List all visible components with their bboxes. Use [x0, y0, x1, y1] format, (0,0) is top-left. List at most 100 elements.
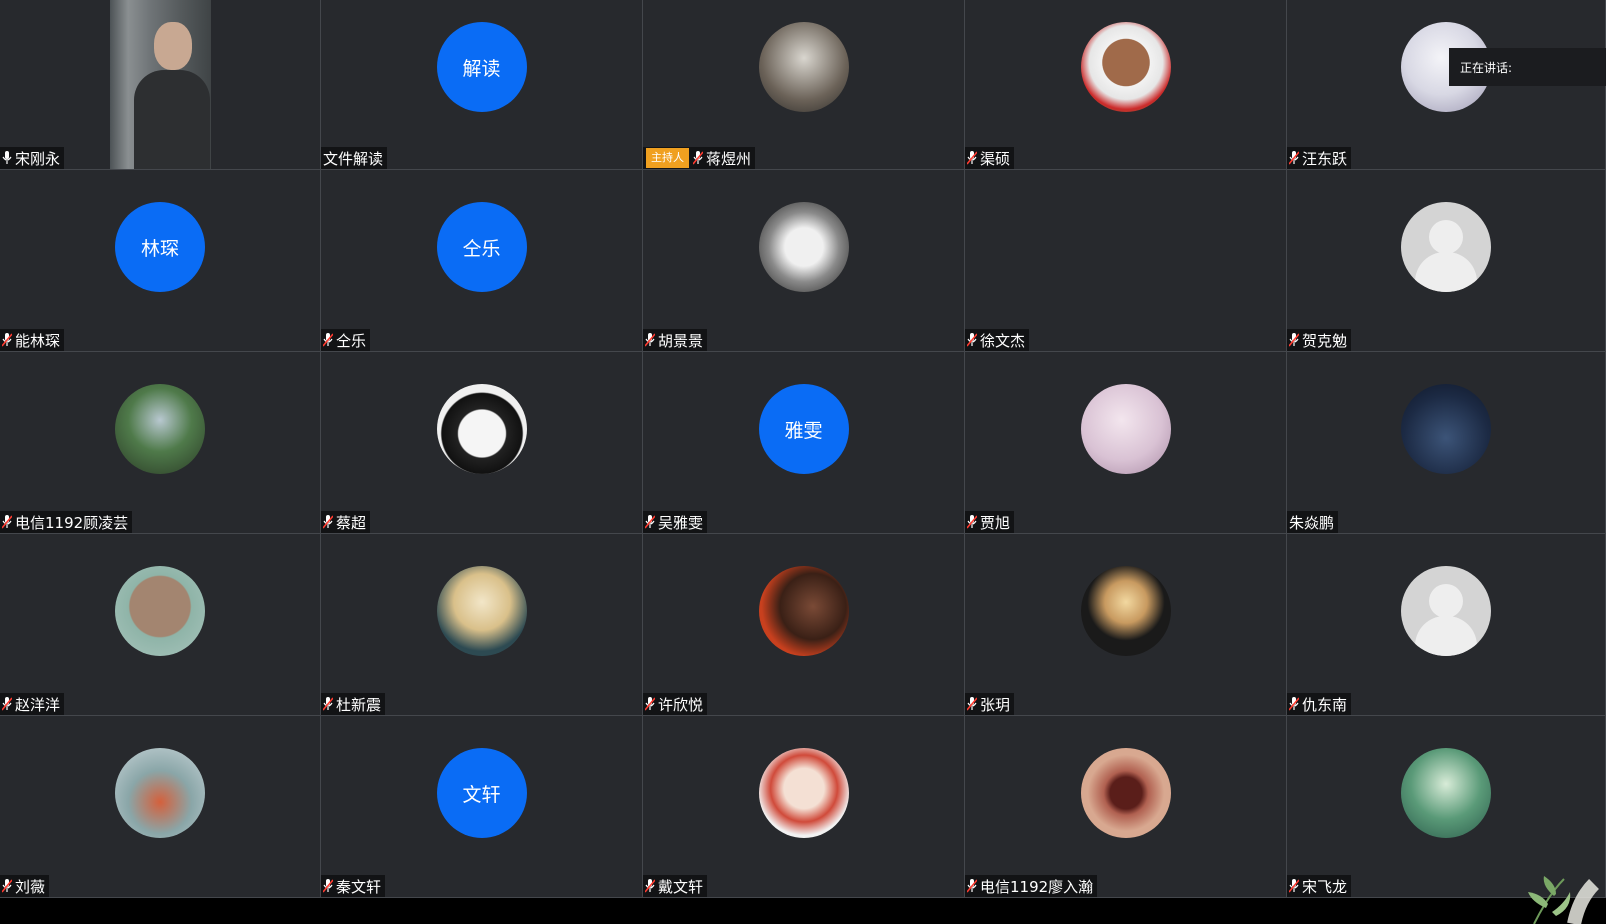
- participant-tile[interactable]: 赵洋洋: [0, 534, 321, 716]
- participant-grid: 宋刚永 解读 文件解读 主持人 蒋煜州 渠硕 汪东跃 林琛 能林琛 仝乐 仝乐 …: [0, 0, 1606, 898]
- participant-namebar: 徐文杰: [965, 329, 1030, 351]
- mic-muted-icon: [1289, 151, 1299, 165]
- participant-tile[interactable]: 林琛 能林琛: [0, 170, 321, 352]
- participant-avatar: [115, 748, 205, 838]
- participant-namebar: 朱焱鹏: [1287, 511, 1339, 533]
- participant-tile[interactable]: 渠硕: [965, 0, 1287, 170]
- participant-name: 宋刚永: [15, 149, 61, 168]
- participant-avatar: [436, 384, 527, 474]
- participant-name: 能林琛: [15, 331, 61, 350]
- participant-name: 刘薇: [15, 877, 46, 896]
- speaking-indicator: 正在讲话:: [1449, 48, 1606, 86]
- participant-namebar: 主持人 蒋煜州: [643, 147, 756, 169]
- participant-namebar: 许欣悦: [643, 693, 708, 715]
- participant-name: 仝乐: [336, 331, 367, 350]
- leaf-decoration-icon: [1528, 876, 1600, 924]
- participant-name: 贾旭: [980, 513, 1011, 532]
- participant-name: 胡景景: [658, 331, 704, 350]
- participant-tile[interactable]: 宋飞龙: [1287, 716, 1606, 898]
- participant-avatar: [1401, 384, 1491, 474]
- mic-muted-icon: [645, 515, 655, 529]
- participant-namebar: 汪东跃: [1287, 147, 1352, 169]
- mic-muted-icon: [967, 333, 977, 347]
- mic-muted-icon: [1289, 697, 1299, 711]
- participant-tile[interactable]: 电信1192顾凌芸: [0, 352, 321, 534]
- participant-avatar: 解读: [436, 22, 527, 112]
- participant-namebar: 电信1192廖入瀚: [965, 875, 1098, 897]
- mic-muted-icon: [1289, 333, 1299, 347]
- participant-tile[interactable]: 雅雯 吴雅雯: [643, 352, 965, 534]
- participant-tile[interactable]: 许欣悦: [643, 534, 965, 716]
- participant-name: 仇东南: [1302, 695, 1348, 714]
- participant-avatar: [1401, 748, 1491, 838]
- mic-muted-icon: [323, 333, 333, 347]
- participant-tile[interactable]: 徐文杰: [965, 170, 1287, 352]
- participant-tile[interactable]: 蔡超: [321, 352, 643, 534]
- participant-avatar: 文轩: [436, 748, 527, 838]
- mic-muted-icon: [645, 879, 655, 893]
- participant-name: 秦文轩: [336, 877, 382, 896]
- participant-avatar: [758, 202, 849, 292]
- participant-namebar: 吴雅雯: [643, 511, 708, 533]
- participant-tile[interactable]: 贾旭: [965, 352, 1287, 534]
- participant-name: 电信1192顾凌芸: [15, 513, 129, 532]
- participant-tile[interactable]: 仝乐 仝乐: [321, 170, 643, 352]
- participant-avatar: [1080, 22, 1171, 112]
- participant-namebar: 贾旭: [965, 511, 1015, 533]
- default-avatar-icon: [1401, 566, 1491, 656]
- participant-tile[interactable]: 朱焱鹏: [1287, 352, 1606, 534]
- participant-namebar: 戴文轩: [643, 875, 708, 897]
- bottom-bar: [0, 898, 1606, 924]
- participant-tile[interactable]: 宋刚永: [0, 0, 321, 170]
- participant-avatar: [115, 384, 205, 474]
- participant-namebar: 宋飞龙: [1287, 875, 1352, 897]
- participant-namebar: 文件解读: [321, 147, 388, 169]
- participant-namebar: 电信1192顾凌芸: [0, 511, 133, 533]
- participant-tile[interactable]: 贺克勉: [1287, 170, 1606, 352]
- participant-name: 贺克勉: [1302, 331, 1348, 350]
- participant-avatar: [115, 566, 205, 656]
- mic-muted-icon: [323, 515, 333, 529]
- participant-namebar: 杜新震: [321, 693, 386, 715]
- mic-muted-icon: [2, 879, 12, 893]
- participant-name: 蔡超: [336, 513, 367, 532]
- participant-name: 吴雅雯: [658, 513, 704, 532]
- participant-namebar: 仝乐: [321, 329, 371, 351]
- participant-tile[interactable]: 文轩 秦文轩: [321, 716, 643, 898]
- participant-namebar: 张玥: [965, 693, 1015, 715]
- mic-muted-icon: [645, 697, 655, 711]
- participant-video: [110, 0, 211, 169]
- participant-name: 戴文轩: [658, 877, 704, 896]
- participant-tile[interactable]: 刘薇: [0, 716, 321, 898]
- participant-avatar: 林琛: [115, 202, 205, 292]
- mic-muted-icon: [967, 151, 977, 165]
- mic-muted-icon: [645, 333, 655, 347]
- participant-tile[interactable]: 张玥: [965, 534, 1287, 716]
- mic-muted-icon: [323, 879, 333, 893]
- participant-name: 徐文杰: [980, 331, 1026, 350]
- participant-avatar: [1080, 566, 1171, 656]
- mic-muted-icon: [967, 879, 977, 893]
- participant-name: 文件解读: [323, 149, 384, 168]
- participant-avatar: [758, 22, 849, 112]
- participant-tile[interactable]: 解读 文件解读: [321, 0, 643, 170]
- mic-muted-icon: [2, 333, 12, 347]
- participant-name: 许欣悦: [658, 695, 704, 714]
- host-badge: 主持人: [646, 148, 689, 168]
- mic-on-icon: [2, 151, 12, 164]
- speaking-label: 正在讲话:: [1460, 60, 1513, 75]
- participant-tile[interactable]: 电信1192廖入瀚: [965, 716, 1287, 898]
- participant-tile[interactable]: 主持人 蒋煜州: [643, 0, 965, 170]
- mic-muted-icon: [1289, 879, 1299, 893]
- participant-namebar: 秦文轩: [321, 875, 386, 897]
- participant-tile[interactable]: 胡景景: [643, 170, 965, 352]
- participant-tile[interactable]: 仇东南: [1287, 534, 1606, 716]
- participant-namebar: 渠硕: [965, 147, 1015, 169]
- participant-tile[interactable]: 杜新震: [321, 534, 643, 716]
- mic-muted-icon: [693, 151, 703, 165]
- participant-name: 朱焱鹏: [1289, 513, 1335, 532]
- mic-muted-icon: [967, 697, 977, 711]
- participant-tile[interactable]: 戴文轩: [643, 716, 965, 898]
- mic-muted-icon: [323, 697, 333, 711]
- participant-namebar: 能林琛: [0, 329, 65, 351]
